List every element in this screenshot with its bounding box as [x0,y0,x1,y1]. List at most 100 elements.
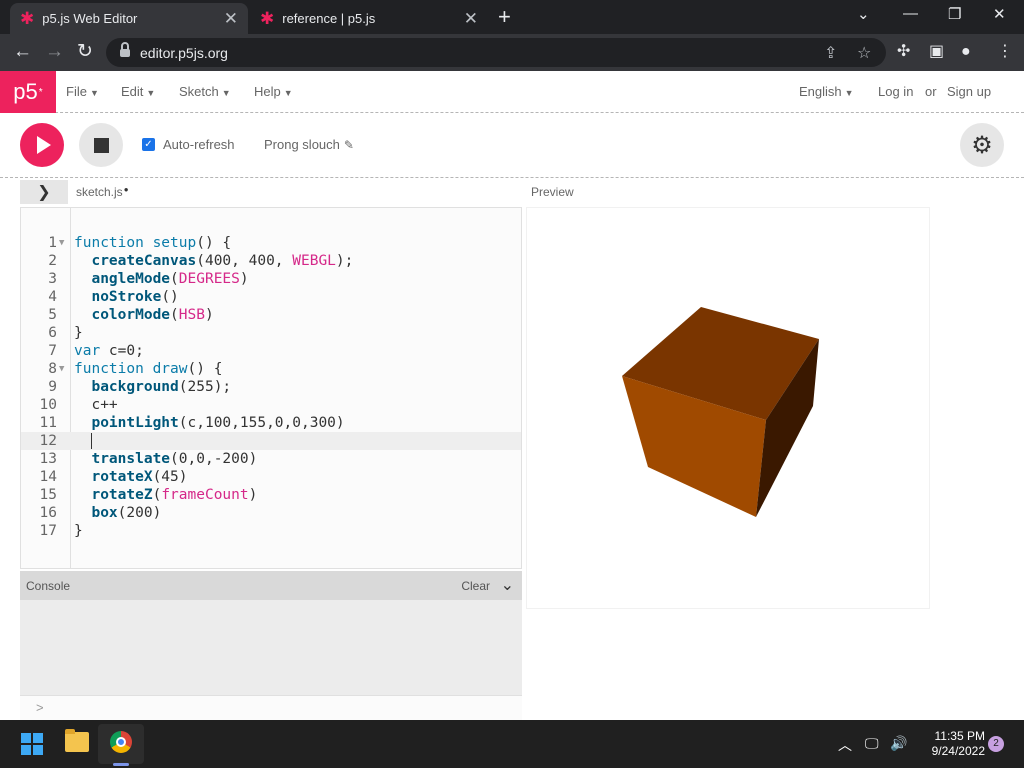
extensions-icon[interactable]: ✣ [897,42,910,62]
code-line[interactable]: 10 c++ [21,396,521,414]
code-line[interactable]: 6} [21,324,521,342]
console-header: Console Clear ⌄ [20,571,522,600]
console-clear-button[interactable]: Clear [461,579,490,593]
reload-icon[interactable]: ↻ [77,40,93,64]
code-line[interactable]: 3 angleMode(DEGREES) [21,270,521,288]
p5-favicon-icon: ✱ [260,9,275,28]
code-line[interactable]: 4 noStroke() [21,288,521,306]
auto-refresh-toggle[interactable]: ✓ Auto-refresh [142,137,235,152]
chevron-down-icon[interactable]: ⌄ [501,575,514,595]
menu-sketch[interactable]: Sketch ▼ [179,84,231,99]
new-tab-icon[interactable]: + [498,6,511,28]
taskbar-clock[interactable]: 11:35 PM 9/24/2022 [915,729,985,759]
share-icon[interactable]: ⇪ [824,43,837,63]
pencil-icon[interactable]: ✎ [344,138,354,152]
window-close-icon[interactable]: ✕ [993,5,1006,23]
menu-file[interactable]: File ▼ [66,84,99,99]
volume-icon[interactable]: 🔊 [890,735,907,752]
code-text: createCanvas(400, 400, WEBGL); [91,253,354,269]
bookmark-star-icon[interactable]: ☆ [857,43,871,63]
sketch-name[interactable]: Prong slouch ✎ [264,137,354,152]
code-line[interactable]: 7 var c=0; [21,342,521,360]
or-text: or [925,84,937,99]
caret-down-icon: ▼ [89,88,99,98]
notification-badge[interactable]: 2 [988,736,1004,752]
play-button[interactable] [20,123,64,167]
tab-reference[interactable]: ✱ reference | p5.js ✕ [250,3,488,34]
code-text: rotateZ(frameCount) [91,487,258,503]
tab-title: reference | p5.js [282,11,376,26]
sidebar-toggle-button[interactable]: ❯ [20,180,68,204]
minimize-icon[interactable]: — [903,5,918,22]
checkbox-checked-icon[interactable]: ✓ [142,138,155,151]
chrome-menu-icon[interactable]: ⋮ [997,42,1013,62]
code-line[interactable]: 16 box(200) [21,504,521,522]
line-number: 17 [39,523,57,539]
sketch-preview-canvas[interactable] [526,207,930,609]
line-number: 14 [39,469,57,485]
stop-button[interactable] [79,123,123,167]
settings-button[interactable]: ⚙ [960,123,1004,167]
tray-chevron-up-icon[interactable]: ︿ [838,735,852,755]
menu-help[interactable]: Help ▼ [254,84,293,99]
logo-text: p5 [13,79,38,104]
menu-label: Help [254,84,281,99]
menu-edit[interactable]: Edit ▼ [121,84,155,99]
address-bar[interactable]: editor.p5js.org ⇪ ☆ [106,38,886,67]
back-icon[interactable]: ← [13,40,32,64]
code-text: background(255); [91,379,232,395]
tab-p5-editor[interactable]: ✱ p5.js Web Editor ✕ [10,3,248,34]
line-number: 11 [39,415,57,431]
code-line[interactable]: 15 rotateZ(frameCount) [21,486,521,504]
profile-icon[interactable]: ● [961,42,971,62]
line-number: 8 [48,361,57,377]
line-number: 7 [48,343,57,359]
restore-icon[interactable]: ❐ [948,5,961,23]
tab-search-chevron-icon[interactable]: ⌄ [857,5,870,23]
code-text: c++ [74,397,118,413]
code-line[interactable]: 13 translate(0,0,-200) [21,450,521,468]
code-line[interactable]: 9 background(255); [21,378,521,396]
code-line[interactable]: 12 [21,432,521,450]
chrome-icon[interactable] [110,731,132,753]
lock-icon [120,41,130,59]
signup-link[interactable]: Sign up [947,84,991,99]
browser-toolbar: ← → ↻ editor.p5js.org ⇪ ☆ ✣ ▣ ● ⋮ [0,34,1024,71]
file-explorer-icon[interactable] [65,729,89,752]
windows-start-icon[interactable] [21,733,43,755]
code-line[interactable]: 11 pointLight(c,100,155,0,0,300) [21,414,521,432]
code-line[interactable]: 17} [21,522,521,540]
code-text: } [74,523,83,539]
fold-arrow-icon[interactable]: ▼ [59,234,64,252]
file-tab-sketch-js[interactable]: sketch.js● [76,185,129,199]
play-icon [37,136,51,154]
code-line[interactable]: 14 rotateX(45) [21,468,521,486]
forward-icon[interactable]: → [45,40,64,64]
code-line[interactable]: 5 colorMode(HSB) [21,306,521,324]
code-line[interactable]: 8 ▼ function draw() { [21,360,521,378]
p5-favicon-icon: ✱ [20,9,35,28]
code-line[interactable]: 1 ▼ function setup() { [21,234,521,252]
code-text: translate(0,0,-200) [91,451,258,467]
login-link[interactable]: Log in [878,84,913,99]
logo-asterisk: * [38,86,43,98]
code-line[interactable]: 2 createCanvas(400, 400, WEBGL); [21,252,521,270]
language-selector[interactable]: English ▼ [799,84,854,99]
close-tab-icon[interactable]: ✕ [464,10,478,27]
code-text [74,432,93,450]
fold-arrow-icon[interactable]: ▼ [59,360,64,378]
side-panel-icon[interactable]: ▣ [929,42,944,62]
preview-label: Preview [531,185,574,199]
close-tab-icon[interactable]: ✕ [224,10,238,27]
stop-icon [93,137,109,153]
code-editor[interactable]: 1 ▼ function setup() {2 createCanvas(400, … [20,207,522,569]
text-cursor [91,433,93,449]
code-text: var c=0; [74,343,144,359]
console-input[interactable]: > [20,695,522,720]
line-number: 3 [48,271,57,287]
network-icon[interactable]: 🖵 [865,735,879,752]
console-output [20,600,522,695]
code-text: function setup() { [74,235,232,251]
line-number: 2 [48,253,57,269]
p5-logo[interactable]: p5 * [0,71,56,113]
